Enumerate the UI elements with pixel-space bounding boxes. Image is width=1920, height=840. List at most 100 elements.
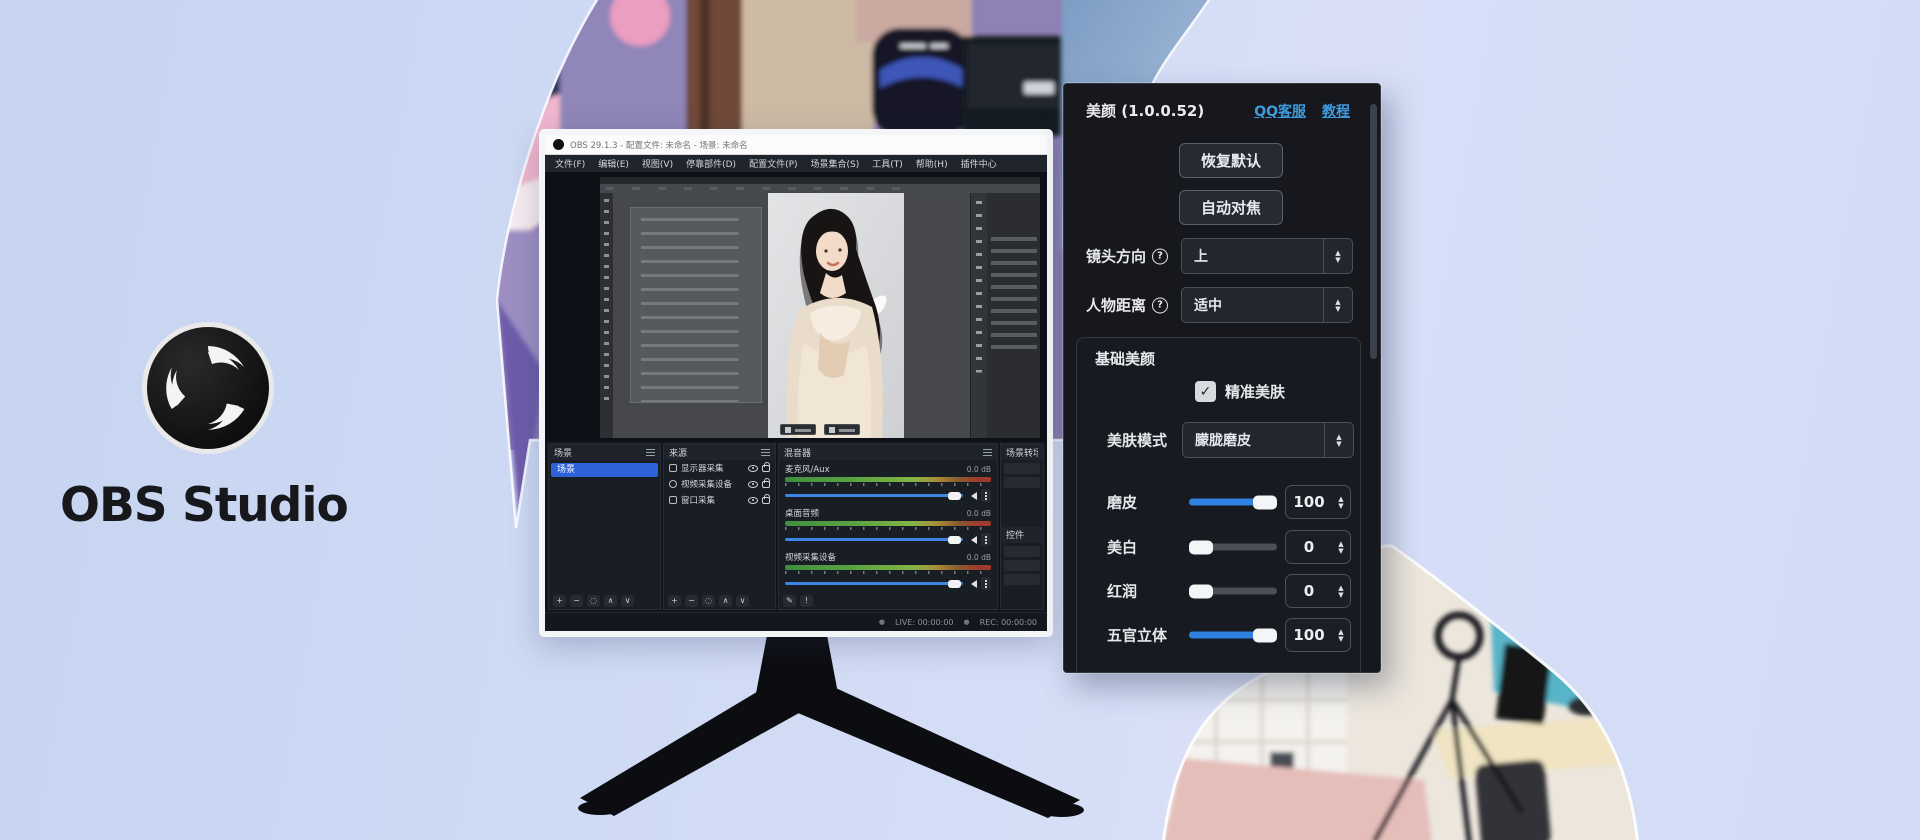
scenes-dock: 场景 场景 + − ◌ ∧ ∨ [548, 443, 661, 610]
channel-menu-button[interactable] [981, 533, 991, 546]
slider-handle[interactable] [1189, 584, 1213, 598]
visibility-icon[interactable] [748, 465, 758, 472]
rosy-value-spinner[interactable]: 0 ▲▼ [1285, 574, 1351, 608]
group-title: 基础美颜 [1095, 348, 1155, 369]
sources-dock: 来源 显示器采集 视频采集设备 [663, 443, 776, 610]
transition-select[interactable] [1004, 463, 1040, 474]
menu-scene-collection[interactable]: 场景集合(S) [811, 157, 860, 170]
obs-menubar: 文件(F) 编辑(E) 视图(V) 停靠部件(D) 配置文件(P) 场景集合(S… [545, 155, 1047, 172]
source-up-button[interactable]: ∧ [719, 595, 732, 607]
remove-source-button[interactable]: − [685, 595, 698, 607]
speaker-icon[interactable] [967, 492, 977, 500]
add-source-button[interactable]: + [668, 595, 681, 607]
smoothing-slider[interactable] [1189, 499, 1277, 506]
scrollbar-thumb[interactable] [1370, 104, 1377, 359]
slider-handle[interactable] [1253, 495, 1277, 509]
help-icon[interactable]: ? [1152, 297, 1168, 313]
rosy-slider-row: 红润 0 ▲▼ [1077, 574, 1360, 608]
transition-duration[interactable] [1004, 477, 1040, 488]
restore-defaults-button[interactable]: 恢复默认 [1179, 143, 1283, 178]
scenes-dock-title: 场景 [554, 446, 572, 459]
volume-slider[interactable] [785, 582, 963, 585]
slider-handle[interactable] [1253, 628, 1277, 642]
smoothing-slider-row: 磨皮 100 ▲▼ [1077, 485, 1360, 519]
mixer-advanced-button[interactable]: ! [800, 595, 813, 607]
panel-scrollbar[interactable] [1370, 98, 1377, 658]
menu-tools[interactable]: 工具(T) [872, 157, 903, 170]
lock-icon[interactable] [762, 481, 770, 488]
select-carets[interactable]: ▲▼ [1323, 288, 1352, 322]
ps-panel-icons [971, 193, 987, 438]
speaker-icon[interactable] [967, 536, 977, 544]
scene-down-button[interactable]: ∨ [621, 595, 634, 607]
lens-direction-select[interactable]: 上 ▲▼ [1181, 238, 1353, 274]
speaker-icon[interactable] [967, 580, 977, 588]
obs-logo [128, 308, 288, 468]
rec-timer: REC: 00:00:00 [980, 618, 1037, 627]
control-button[interactable] [1004, 574, 1040, 585]
dock-menu-icon[interactable] [646, 449, 655, 456]
smoothing-label: 磨皮 [1107, 492, 1137, 513]
select-carets[interactable]: ▲▼ [1323, 239, 1352, 273]
autofocus-button[interactable]: 自动对焦 [1179, 190, 1283, 225]
ps-dialog-button[interactable] [780, 424, 816, 435]
channel-menu-button[interactable] [981, 577, 991, 590]
menu-profile[interactable]: 配置文件(P) [749, 157, 797, 170]
menu-docks[interactable]: 停靠部件(D) [686, 157, 736, 170]
remove-scene-button[interactable]: − [570, 595, 583, 607]
live-indicator-dot: ● [879, 618, 885, 626]
rosy-label: 红润 [1107, 581, 1137, 602]
smoothing-value-spinner[interactable]: 100 ▲▼ [1285, 485, 1351, 519]
mixer-config-button[interactable]: ✎ [783, 595, 796, 607]
qq-support-link[interactable]: QQ客服 [1254, 101, 1306, 121]
slider-handle[interactable] [1189, 540, 1213, 554]
source-item[interactable]: 窗口采集 [664, 492, 775, 508]
menu-plugin-center[interactable]: 插件中心 [961, 157, 997, 170]
menu-view[interactable]: 视图(V) [642, 157, 673, 170]
dock-menu-icon[interactable] [983, 449, 992, 456]
add-scene-button[interactable]: + [553, 595, 566, 607]
lock-icon[interactable] [762, 497, 770, 504]
volume-meter [785, 565, 991, 570]
beauty-filter-panel: 美颜 (1.0.0.52) QQ客服 教程 恢复默认 自动对焦 镜头方向 ? 上… [1063, 83, 1381, 673]
help-icon[interactable]: ? [1152, 248, 1168, 264]
whitening-value-spinner[interactable]: 0 ▲▼ [1285, 530, 1351, 564]
lock-icon[interactable] [762, 465, 770, 472]
person-distance-select[interactable]: 适中 ▲▼ [1181, 287, 1353, 323]
face-3d-value-spinner[interactable]: 100 ▲▼ [1285, 618, 1351, 652]
select-carets[interactable]: ▲▼ [1324, 423, 1353, 457]
menu-help[interactable]: 帮助(H) [916, 157, 948, 170]
source-down-button[interactable]: ∨ [736, 595, 749, 607]
volume-slider[interactable] [785, 538, 963, 541]
precise-skin-checkbox[interactable]: ✓ [1195, 381, 1216, 402]
source-item[interactable]: 视频采集设备 [664, 476, 775, 492]
rosy-slider[interactable] [1189, 588, 1277, 595]
volume-meter [785, 477, 991, 482]
tutorial-link[interactable]: 教程 [1322, 101, 1350, 121]
menu-edit[interactable]: 编辑(E) [598, 157, 629, 170]
channel-menu-button[interactable] [981, 489, 991, 502]
dock-menu-icon[interactable] [761, 449, 770, 456]
ps-settings-dialog [630, 207, 762, 403]
obs-titlebar: OBS 29.1.3 - 配置文件: 未命名 - 场景: 未命名 [545, 135, 1047, 155]
visibility-icon[interactable] [748, 497, 758, 504]
skin-mode-row: 美肤模式 朦胧磨皮 ▲▼ [1077, 422, 1360, 458]
ps-dialog-button[interactable] [824, 424, 860, 435]
obs-window-title: OBS 29.1.3 - 配置文件: 未命名 - 场景: 未命名 [570, 139, 748, 151]
source-item[interactable]: 显示器采集 [664, 460, 775, 476]
visibility-icon[interactable] [748, 481, 758, 488]
menu-file[interactable]: 文件(F) [555, 157, 585, 170]
rec-indicator-dot: ● [964, 618, 970, 626]
control-button[interactable] [1004, 546, 1040, 557]
volume-slider[interactable] [785, 494, 963, 497]
whitening-slider[interactable] [1189, 544, 1277, 551]
scene-item[interactable]: 场景 [551, 463, 658, 477]
face-3d-slider[interactable] [1189, 632, 1277, 639]
sources-dock-title: 来源 [669, 446, 687, 459]
control-button[interactable] [1004, 560, 1040, 571]
skin-mode-select[interactable]: 朦胧磨皮 ▲▼ [1182, 422, 1354, 458]
precise-skin-label: 精准美肤 [1225, 381, 1285, 402]
source-properties-button[interactable]: ◌ [702, 595, 715, 607]
scene-up-button[interactable]: ∧ [604, 595, 617, 607]
scene-filters-button[interactable]: ◌ [587, 595, 600, 607]
